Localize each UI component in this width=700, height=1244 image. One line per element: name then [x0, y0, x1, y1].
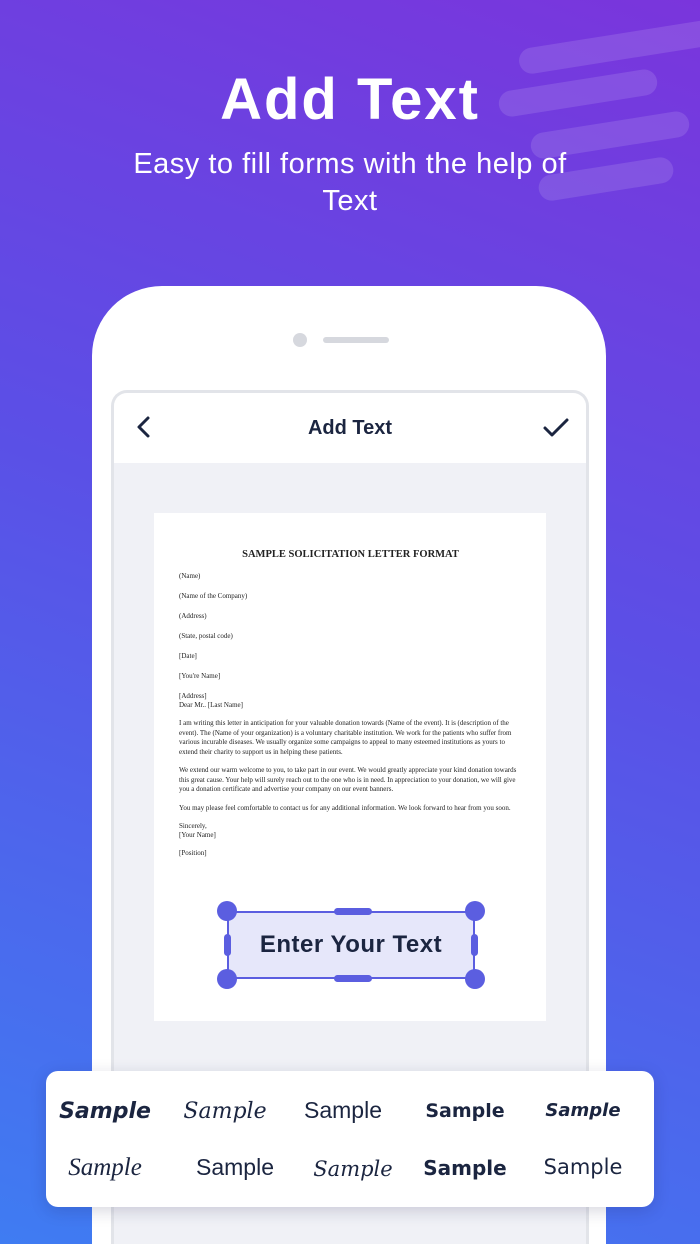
text-box[interactable]: Enter Your Text [217, 901, 485, 989]
font-option[interactable]: Sample [406, 1096, 524, 1126]
document-closing: Sincerely, [Your Name] [179, 822, 522, 840]
phone-camera [293, 333, 307, 347]
font-option[interactable]: Sample [284, 1095, 402, 1125]
document-line: (Address) [179, 612, 207, 620]
chevron-left-icon [137, 416, 150, 438]
document-address-block: [Address] Dear Mr.. [Last Name] [179, 692, 522, 710]
resize-handle-right[interactable] [471, 934, 478, 956]
font-option[interactable]: Sample [46, 1153, 164, 1183]
resize-handle-bottom-right[interactable] [465, 969, 485, 989]
hero-title: Add Text [220, 67, 480, 132]
document-paragraph: We extend our warm welcome to you, to ta… [179, 766, 517, 793]
font-option[interactable]: Sample [166, 1097, 284, 1127]
document-line: [Your Name] [179, 831, 216, 839]
resize-handle-bottom-left[interactable] [217, 969, 237, 989]
text-box-label[interactable]: Enter Your Text [260, 931, 442, 959]
app-bar-title: Add Text [307, 416, 393, 439]
font-option[interactable]: Sample [524, 1152, 642, 1182]
resize-handle-bottom[interactable] [334, 975, 372, 982]
font-option[interactable]: Sample [406, 1153, 524, 1183]
font-option[interactable]: Sample [294, 1154, 412, 1184]
hero-subtitle: Easy to fill forms with the help of Text [133, 148, 567, 217]
document-line: (State, postal code) [179, 632, 233, 640]
document-line: (Name of the Company) [179, 592, 248, 600]
font-option[interactable]: Sample [524, 1096, 642, 1126]
document-line: [Position] [179, 849, 207, 857]
font-option[interactable]: Sample [46, 1097, 164, 1127]
phone-speaker [323, 337, 389, 343]
document-line: [Date] [179, 652, 197, 660]
resize-handle-left[interactable] [224, 934, 231, 956]
document-paragraph: I am writing this letter in anticipation… [179, 719, 512, 756]
document-line: Dear Mr.. [Last Name] [179, 701, 243, 709]
document-line: [Address] [179, 692, 207, 700]
resize-handle-top-left[interactable] [217, 901, 237, 921]
document-line: (Name) [179, 572, 201, 580]
document-paragraph: You may please feel comfortable to conta… [179, 803, 511, 812]
checkmark-icon [543, 418, 569, 437]
document-line: Sincerely, [179, 822, 207, 830]
resize-handle-top[interactable] [334, 908, 372, 915]
confirm-button[interactable] [540, 411, 572, 443]
font-option[interactable]: Sample [176, 1152, 294, 1182]
app-bar: Add Text [114, 393, 586, 463]
resize-handle-top-right[interactable] [465, 901, 485, 921]
document-line: [You're Name] [179, 672, 221, 680]
font-style-panel: Sample Sample Sample Sample Sample Sampl… [46, 1071, 654, 1207]
document-title: SAMPLE SOLICITATION LETTER FORMAT [242, 549, 459, 560]
back-button[interactable] [128, 411, 160, 443]
